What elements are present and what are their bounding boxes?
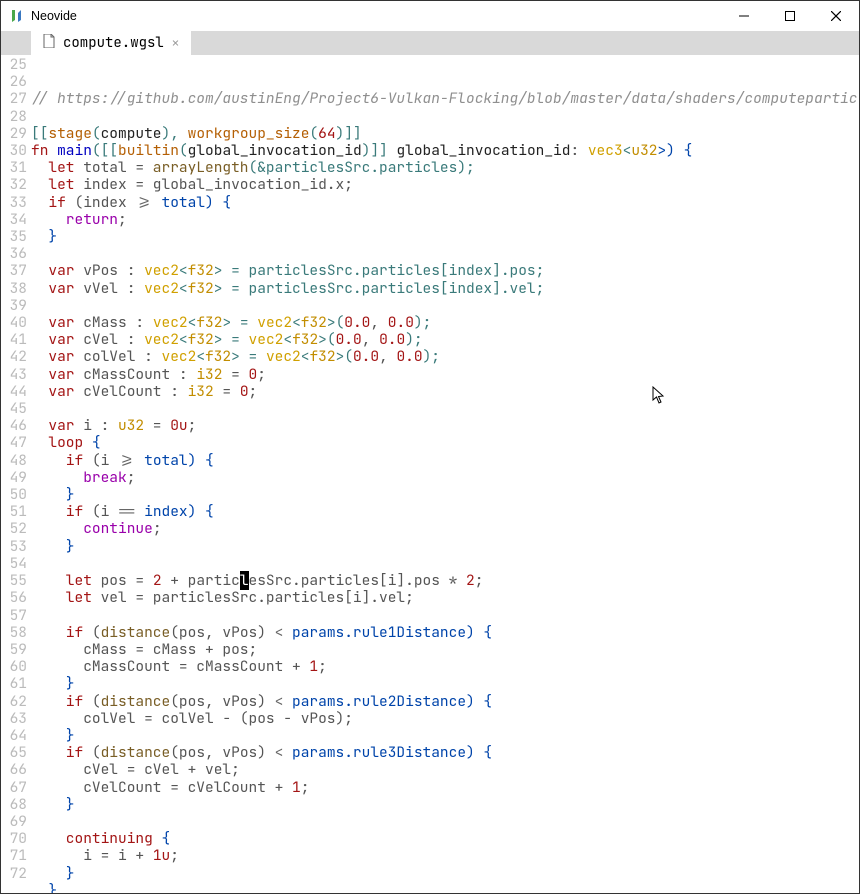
tab-compute-wgsl[interactable]: compute.wgsl ✕ xyxy=(31,31,191,55)
tab-filename: compute.wgsl xyxy=(63,34,164,52)
tab-bar: compute.wgsl ✕ xyxy=(1,31,859,55)
minimize-button[interactable] xyxy=(721,1,767,31)
window-title: Neovide xyxy=(31,9,77,23)
window-controls xyxy=(721,1,859,31)
file-icon xyxy=(43,34,55,53)
text-cursor: l xyxy=(240,571,249,590)
maximize-button[interactable] xyxy=(767,1,813,31)
line-number-gutter: 25 26 27 28 29 30 31 32 33 34 35 36 37 3… xyxy=(1,55,31,893)
tab-close-icon[interactable]: ✕ xyxy=(172,35,179,51)
app-logo-icon xyxy=(9,8,25,24)
editor-area[interactable]: 25 26 27 28 29 30 31 32 33 34 35 36 37 3… xyxy=(1,55,859,893)
close-button[interactable] xyxy=(813,1,859,31)
code-content[interactable]: // https://github.com/austinEng/Project6… xyxy=(31,55,859,893)
titlebar: Neovide xyxy=(1,1,859,31)
